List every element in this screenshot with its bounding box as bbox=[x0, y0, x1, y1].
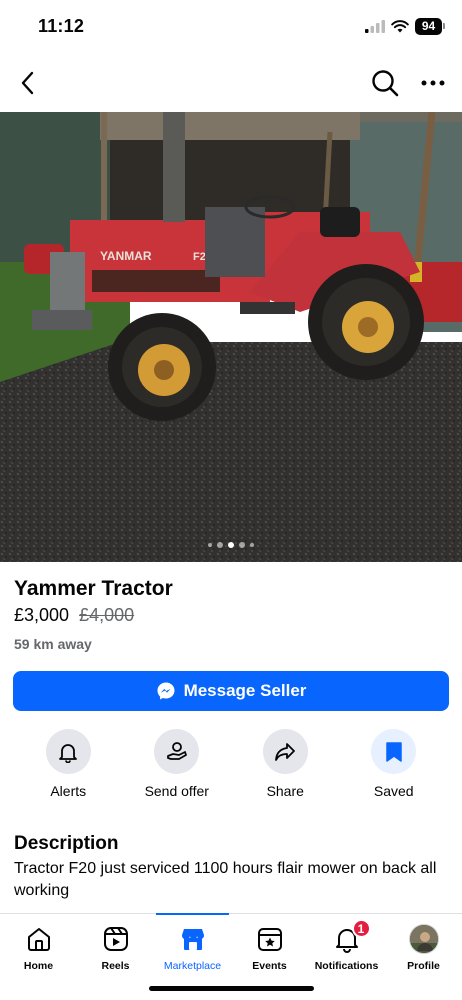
photo-dot bbox=[239, 542, 245, 548]
reels-icon bbox=[101, 924, 131, 954]
share-circle bbox=[262, 729, 308, 774]
alerts-label: Alerts bbox=[50, 783, 87, 799]
message-seller-button[interactable]: Message Seller bbox=[13, 671, 449, 711]
notification-badge: 1 bbox=[351, 919, 371, 938]
share-icon bbox=[275, 742, 296, 761]
photo-pagination bbox=[208, 542, 254, 548]
listing-original-price: £4,000 bbox=[79, 605, 135, 625]
listing-price: £3,000 bbox=[14, 605, 70, 625]
tab-profile-label: Profile bbox=[407, 960, 440, 972]
message-seller-label: Message Seller bbox=[183, 681, 307, 700]
offer-icon bbox=[166, 741, 187, 760]
description-text: Tractor F20 just serviced 1100 hours fla… bbox=[14, 860, 437, 899]
bell-icon bbox=[59, 743, 78, 763]
top-nav-bar bbox=[0, 60, 462, 106]
listing-distance: 59 km away bbox=[14, 636, 92, 652]
search-icon bbox=[372, 70, 399, 97]
price-row: £3,000 £4,000 bbox=[14, 605, 134, 626]
listing-photo[interactable]: YANMAR F20 bbox=[0, 112, 462, 562]
photo-dot bbox=[208, 543, 212, 547]
events-icon bbox=[255, 924, 285, 954]
description-heading: Description bbox=[14, 833, 119, 854]
saved-circle bbox=[371, 729, 417, 774]
more-options-button[interactable] bbox=[418, 68, 448, 98]
bell-icon: 1 bbox=[332, 919, 371, 954]
wifi-icon bbox=[391, 20, 409, 33]
share-label: Share bbox=[266, 783, 304, 799]
tab-notifications[interactable]: 1 Notifications bbox=[308, 914, 385, 1000]
send-offer-label: Send offer bbox=[144, 783, 209, 799]
home-indicator bbox=[149, 986, 314, 991]
battery-indicator: 94 bbox=[415, 18, 445, 35]
bookmark-icon bbox=[386, 741, 402, 762]
chevron-left-icon bbox=[21, 71, 34, 95]
tab-profile[interactable]: Profile bbox=[385, 914, 462, 1000]
alerts-circle bbox=[45, 729, 91, 774]
status-bar: 11:12 94 bbox=[0, 0, 462, 54]
tab-home-label: Home bbox=[23, 960, 54, 972]
marketplace-icon bbox=[178, 924, 208, 954]
listing-actions: Alerts Send offer Share Saved bbox=[0, 729, 462, 799]
send-offer-circle bbox=[154, 729, 200, 774]
tab-marketplace-label: Marketplace bbox=[163, 960, 222, 972]
home-icon bbox=[24, 924, 54, 954]
share-button[interactable]: Share bbox=[235, 729, 335, 799]
status-time: 11:12 bbox=[38, 16, 85, 36]
saved-button[interactable]: Saved bbox=[344, 729, 444, 799]
listing-title: Yammer Tractor bbox=[14, 577, 173, 600]
send-offer-button[interactable]: Send offer bbox=[127, 729, 227, 799]
tab-home[interactable]: Home bbox=[0, 914, 77, 1000]
tab-reels[interactable]: Reels bbox=[77, 914, 154, 1000]
tab-reels-label: Reels bbox=[101, 960, 130, 972]
photo-dot bbox=[217, 542, 223, 548]
tab-notifications-label: Notifications bbox=[314, 960, 379, 972]
back-button[interactable] bbox=[14, 68, 40, 98]
signal-icon bbox=[365, 20, 385, 33]
messenger-icon bbox=[157, 682, 175, 700]
tractor-photo-illustration: YANMAR F20 bbox=[0, 112, 462, 562]
more-icon bbox=[421, 80, 445, 86]
search-button[interactable] bbox=[370, 68, 400, 98]
status-icons: 94 bbox=[365, 18, 445, 35]
avatar bbox=[408, 924, 439, 954]
photo-dot-active bbox=[228, 542, 234, 548]
tab-events-label: Events bbox=[252, 960, 287, 972]
alerts-button[interactable]: Alerts bbox=[18, 729, 118, 799]
saved-label: Saved bbox=[373, 783, 414, 799]
photo-dot bbox=[250, 543, 254, 547]
svg-text:YANMAR: YANMAR bbox=[100, 249, 152, 263]
profile-avatar bbox=[408, 924, 439, 954]
